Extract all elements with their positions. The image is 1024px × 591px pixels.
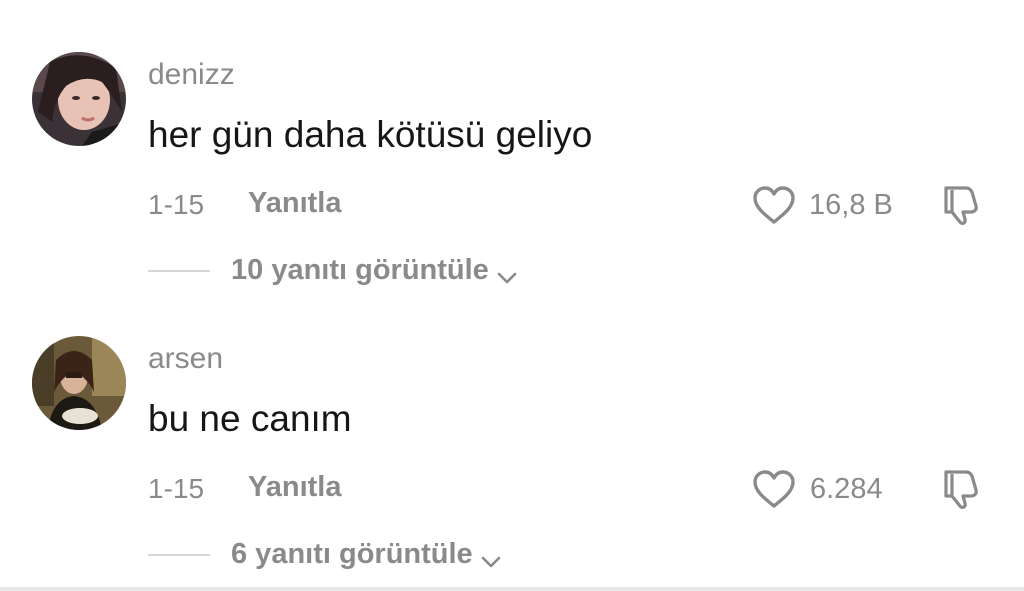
chevron-down-icon <box>479 547 503 567</box>
avatar-photo-icon <box>32 52 126 146</box>
reply-button[interactable]: Yanıtla <box>248 189 342 218</box>
heart-outline-icon[interactable] <box>752 470 796 510</box>
thumbs-down-icon[interactable] <box>938 182 984 228</box>
avatar[interactable] <box>32 52 126 146</box>
view-replies-label: 6 yanıtı görüntüle <box>231 538 473 570</box>
comment-date: 1-15 <box>148 189 205 220</box>
bottom-divider <box>0 587 1024 591</box>
avatar-photo-icon <box>32 336 126 430</box>
replies-divider <box>148 554 210 556</box>
comment-date: 1-15 <box>148 473 205 504</box>
view-replies-button[interactable]: 10 yanıtı görüntüle <box>231 256 519 285</box>
comment-text: her gün daha kötüsü geliyo <box>148 114 593 155</box>
heart-outline-icon[interactable] <box>752 186 796 226</box>
username[interactable]: arsen <box>148 344 223 374</box>
thumbs-down-icon[interactable] <box>938 466 984 512</box>
chevron-down-icon <box>495 263 519 283</box>
avatar[interactable] <box>32 336 126 430</box>
like-count: 16,8 B <box>809 189 893 221</box>
reply-button[interactable]: Yanıtla <box>248 473 342 502</box>
username[interactable]: denizz <box>148 60 235 90</box>
view-replies-label: 10 yanıtı görüntüle <box>231 254 489 286</box>
like-count: 6.284 <box>810 473 883 505</box>
view-replies-button[interactable]: 6 yanıtı görüntüle <box>231 540 503 569</box>
comment-text: bu ne canım <box>148 398 352 439</box>
replies-divider <box>148 270 210 272</box>
